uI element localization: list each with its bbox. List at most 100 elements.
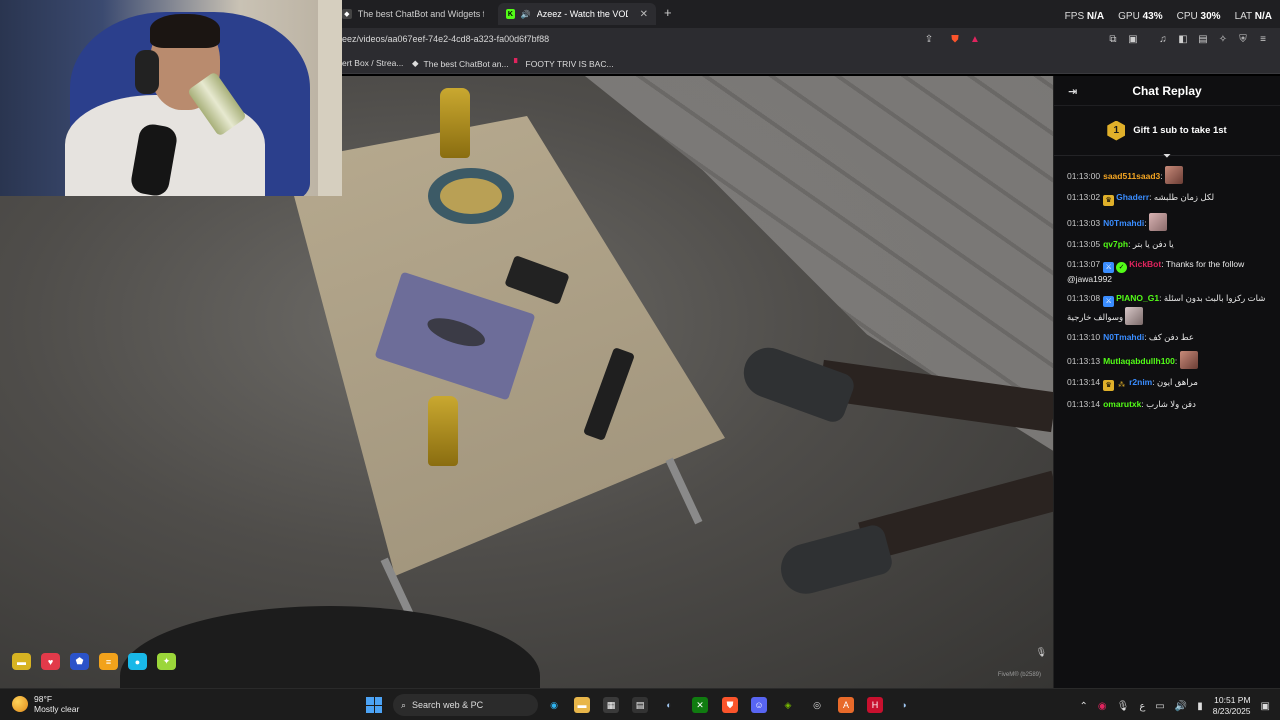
chat-title: Chat Replay — [1132, 83, 1202, 98]
bookmark-item[interactable]: ◆ The best ChatBot an... — [412, 58, 509, 69]
chat-message: 01:13:10 N0Tmahdi: عط دفن كف — [1067, 332, 1194, 342]
chat-username[interactable]: qv7ph — [1103, 239, 1128, 249]
chatbot-bookmark-icon: ◆ — [412, 58, 419, 68]
nvidia-icon[interactable]: ◈ — [780, 697, 796, 713]
brave-shield-icon[interactable]: ⛊ — [948, 32, 962, 46]
emote-icon — [1165, 166, 1184, 184]
battery-icon[interactable]: ▮ — [1197, 701, 1203, 712]
xbox-icon[interactable]: ✕ — [692, 697, 708, 713]
webcam-wall — [318, 0, 342, 196]
brave-icon[interactable]: ⛊ — [722, 697, 738, 713]
video-scene-sofa — [585, 76, 1053, 452]
wallet-icon[interactable]: ▤ — [1196, 32, 1210, 46]
chat-username[interactable]: Mutlaqabdullh100 — [1103, 356, 1175, 366]
app-icon[interactable]: ▤ — [632, 697, 648, 713]
chat-message: 01:13:08 ⚔ PIANO_G1: شات ركزوا بالبث بدون … — [1067, 292, 1270, 325]
volume-icon[interactable]: 🔊 — [1175, 701, 1187, 712]
new-tab-icon[interactable]: + — [664, 5, 672, 20]
obs-icon[interactable]: ◎ — [809, 697, 825, 713]
bookmark-favicon-icon: ▘ — [514, 58, 521, 68]
bookmark-item[interactable]: ▘ FOOTY TRIV IS BAC... — [514, 58, 614, 69]
video-scene-shoe — [736, 340, 858, 426]
tray-app-icon[interactable]: ◉ — [1098, 701, 1107, 712]
chat-username[interactable]: PIANO_G1 — [1116, 293, 1159, 303]
collapse-chat-icon[interactable]: ⇥ — [1068, 85, 1077, 98]
video-scene-bottle — [428, 396, 458, 466]
tab-kick-vod[interactable]: K 🔊 Azeez - Watch the VOD on Ki ✕ — [498, 3, 656, 25]
taskbar-search[interactable]: ⌕ Search web & PC — [393, 694, 538, 716]
folder-icon[interactable]: ▬ — [12, 653, 31, 670]
windows-start-icon[interactable] — [366, 697, 382, 713]
app-a-icon[interactable]: A — [838, 697, 854, 713]
shield-icon[interactable]: ⬟ — [70, 653, 89, 670]
chat-username[interactable]: r2nim — [1129, 377, 1152, 387]
verified-badge-icon: ✓ — [1116, 262, 1128, 273]
bookmark-item[interactable]: ert Box / Strea... — [342, 58, 403, 68]
chat-username[interactable]: saad511saad3 — [1103, 171, 1160, 181]
video-scene-bottle — [440, 88, 470, 158]
tab-chatbot[interactable]: ◆ The best ChatBot and Widgets for Ki — [334, 3, 492, 25]
game-watermark: FiveM® (b2589) — [997, 672, 1041, 678]
discord-icon[interactable]: ☺ — [751, 697, 767, 713]
url-field[interactable]: eez/videos/aa067eef-74e2-4cd8-a323-fa00d… — [342, 34, 549, 44]
music-icon[interactable]: ♫ — [1156, 32, 1170, 46]
app-red-icon[interactable]: H — [867, 697, 883, 713]
sidebar-icon[interactable]: ◧ — [1176, 32, 1190, 46]
chat-header: ⇥ Chat Replay — [1054, 76, 1280, 106]
brave-rewards-icon[interactable]: ▲ — [968, 32, 982, 46]
clock[interactable]: 10:51 PM 8/23/2025 — [1213, 695, 1251, 717]
chat-username[interactable]: KickBot — [1129, 259, 1161, 269]
leo-ai-icon[interactable]: ✧ — [1216, 32, 1230, 46]
weather-icon — [12, 696, 28, 712]
kick-favicon-icon: K — [506, 9, 515, 19]
gift-text: Gift 1 sub to take 1st — [1133, 125, 1227, 136]
tab-close-icon[interactable]: ✕ — [640, 9, 648, 20]
emote-icon — [1148, 213, 1167, 231]
video-scene-table-leg — [665, 457, 703, 525]
network-icon[interactable]: ▭ — [1155, 701, 1164, 712]
chat-username[interactable]: omarutxk — [1103, 399, 1141, 409]
weather-widget[interactable]: 98°F Mostly clear — [12, 694, 79, 714]
webcam-person-hair — [150, 14, 220, 48]
extensions-icon[interactable]: ⧉ — [1106, 32, 1120, 46]
video-scene-shoe — [775, 522, 895, 600]
performance-overlay: FPS N/A GPU 43% CPU 30% LAT N/A — [1065, 11, 1272, 22]
vpn-icon[interactable]: ⛨ — [1236, 32, 1250, 46]
steam-alt-icon[interactable]: ◑ — [896, 697, 912, 713]
gift-rank-badge: 1 — [1107, 120, 1126, 141]
edge-icon[interactable]: ◉ — [546, 697, 562, 713]
filter-icon[interactable]: ⏷ — [1054, 152, 1280, 162]
weather-temp: 98°F — [34, 694, 53, 704]
chat-username[interactable]: Ghaderr — [1116, 192, 1149, 202]
chat-username[interactable]: N0Tmahdi — [1103, 218, 1144, 228]
search-icon: ⌕ — [401, 699, 407, 710]
clock-time: 10:51 PM — [1214, 695, 1251, 705]
heart-icon[interactable]: ♥ — [41, 653, 60, 670]
lat-readout: LAT N/A — [1234, 11, 1272, 22]
language-indicator[interactable]: ع — [1139, 701, 1145, 712]
leaf-icon[interactable]: ✦ — [157, 653, 176, 670]
share-icon[interactable]: ⇪ — [922, 32, 936, 46]
store-icon[interactable]: ▦ — [603, 697, 619, 713]
bookmarks-bar: ert Box / Strea... ◆ The best ChatBot an.… — [342, 52, 1280, 74]
menu-icon[interactable]: ≡ — [1256, 32, 1270, 46]
gpu-readout: GPU 43% — [1118, 11, 1163, 22]
tab-label: The best ChatBot and Widgets for Ki — [357, 9, 484, 19]
chevron-up-icon[interactable]: ⌃ — [1080, 701, 1088, 712]
video-scene-character-head — [120, 606, 540, 688]
notification-icon[interactable]: ▣ — [1261, 701, 1270, 712]
gift-sub-bar[interactable]: 1 Gift 1 sub to take 1st — [1054, 106, 1280, 156]
cpu-readout: CPU 30% — [1176, 11, 1221, 22]
drop-icon[interactable]: ● — [128, 653, 147, 670]
microphone-tray-icon[interactable]: 🎙 — [1117, 701, 1130, 712]
steam-icon[interactable]: ◐ — [661, 697, 677, 713]
chat-message: 01:13:02 ♛ Ghaderr: لكل زمان طلبشه — [1067, 192, 1215, 206]
chat-username[interactable]: N0Tmahdi — [1103, 332, 1144, 342]
file-explorer-icon[interactable]: ▬ — [574, 697, 590, 713]
chat-message: 01:13:05 qv7ph: يا دفن يا بتر — [1067, 239, 1174, 249]
chat-replay-panel: ⇥ Chat Replay 1 Gift 1 sub to take 1st ⏷… — [1053, 76, 1280, 688]
reader-icon[interactable]: ▣ — [1126, 32, 1140, 46]
chat-message: 01:13:03 N0Tmahdi: — [1067, 213, 1270, 231]
speaker-icon: 🔊 — [520, 9, 531, 19]
notes-icon[interactable]: ≡ — [99, 653, 118, 670]
